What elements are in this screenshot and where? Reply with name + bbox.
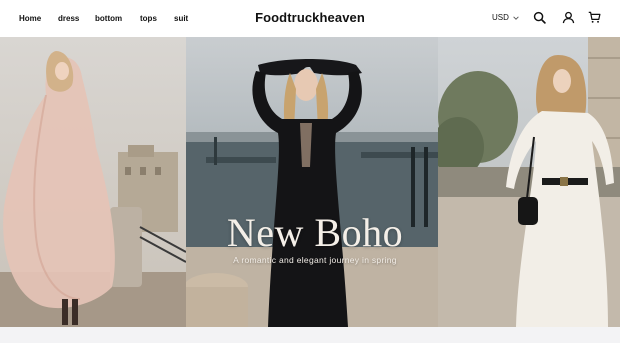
hero-image-white-dress [438, 37, 620, 327]
currency-selector[interactable]: USD [492, 13, 519, 22]
cart-icon [588, 11, 601, 23]
account-button[interactable] [562, 11, 575, 24]
chevron-down-icon [513, 15, 519, 20]
cart-button[interactable] [588, 11, 601, 24]
site-header: Home dress bottom tops suit Foodtruckhea… [0, 0, 620, 37]
currency-label: USD [492, 13, 509, 22]
brand-logo[interactable]: Foodtruckheaven [0, 10, 620, 25]
section-divider [0, 327, 620, 343]
hero-image-black-dress [186, 37, 438, 327]
hero-banner[interactable]: New Boho A romantic and elegant journey … [0, 37, 620, 327]
hero-image-pink-dress [0, 37, 186, 327]
hero-title: New Boho [226, 210, 404, 255]
search-button[interactable] [533, 11, 546, 24]
account-icon [562, 11, 575, 24]
hero-subtitle: A romantic and elegant journey in spring [233, 255, 397, 265]
search-icon [533, 11, 546, 24]
